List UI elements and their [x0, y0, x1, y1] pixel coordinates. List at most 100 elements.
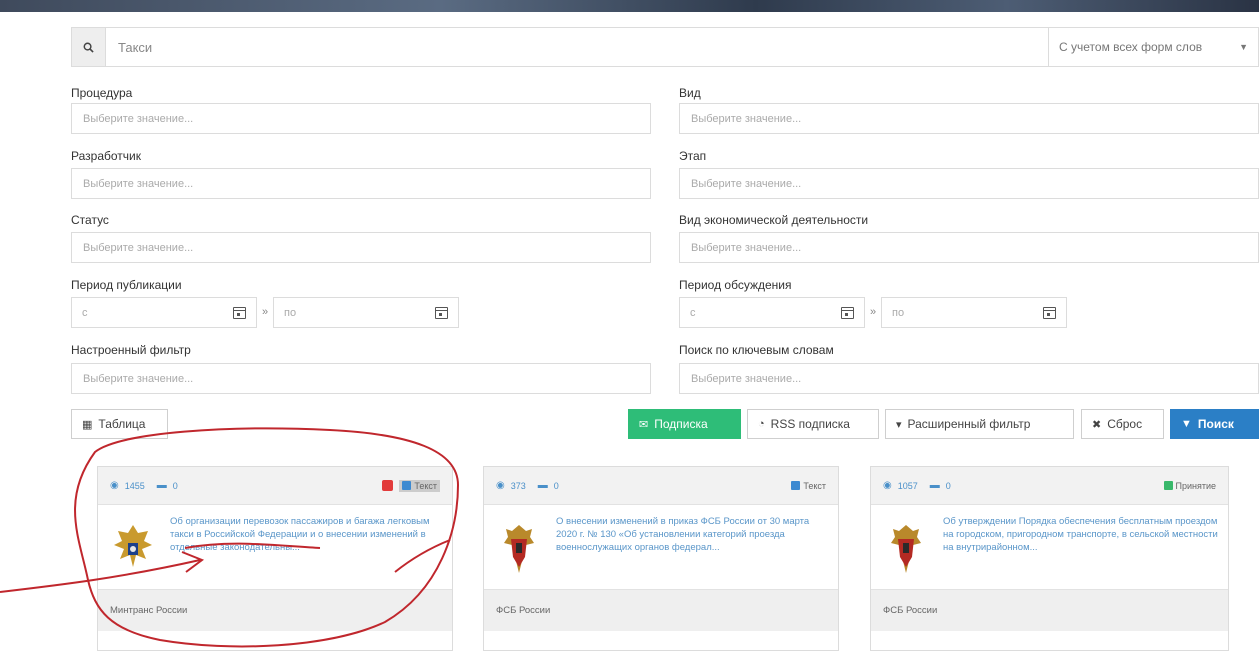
keyword-search-select[interactable]: Выберите значение... — [679, 363, 1259, 394]
card-title[interactable]: Об утверждении Порядка обеспечения беспл… — [943, 515, 1218, 589]
card-tag-label: Текст — [414, 480, 437, 491]
card-tags: Принятие — [1163, 480, 1217, 491]
card-agency: Минтранс России — [110, 605, 188, 616]
stage-placeholder: Выберите значение... — [691, 177, 802, 190]
card-footer: Минтранс России — [98, 589, 452, 631]
alert-icon — [382, 480, 394, 491]
document-card[interactable]: ◉ 373 ▬ 0 Текст О внесении изменений в п… — [483, 466, 839, 651]
card-header: ◉ 1455 ▬ 0 Текст — [98, 467, 452, 505]
table-view-label: Таблица — [98, 417, 146, 431]
card-tags: Текст — [382, 479, 440, 492]
chevron-down-icon: ▼ — [1239, 42, 1248, 52]
developer-placeholder: Выберите значение... — [83, 177, 194, 190]
economic-activity-placeholder: Выберите значение... — [691, 241, 802, 254]
procedure-placeholder: Выберите значение... — [83, 112, 194, 125]
card-agency: ФСБ России — [883, 605, 938, 616]
view-count: 1455 — [124, 480, 145, 491]
document-icon — [402, 481, 412, 490]
custom-filter-label: Настроенный фильтр — [71, 343, 191, 357]
search-button[interactable]: ▼ Поиск — [1170, 409, 1259, 439]
developer-select[interactable]: Выберите значение... — [71, 168, 651, 199]
type-select[interactable]: Выберите значение... — [679, 103, 1259, 134]
close-icon: ✖ — [1092, 418, 1102, 431]
publication-date-to-placeholder: по — [284, 306, 297, 319]
subscribe-button[interactable]: ✉ Подписка — [628, 409, 741, 439]
discussion-date-to-placeholder: по — [892, 306, 905, 319]
keyword-search-placeholder: Выберите значение... — [691, 372, 802, 385]
card-body: О внесении изменений в приказ ФСБ России… — [484, 505, 838, 589]
search-icon[interactable] — [71, 27, 105, 67]
filter-icon: ▼ — [1181, 418, 1192, 430]
eye-icon: ◉ — [496, 480, 505, 491]
calendar-icon[interactable] — [1043, 306, 1056, 319]
rss-subscribe-label: RSS подписка — [770, 417, 850, 431]
economic-activity-select[interactable]: Выберите значение... — [679, 232, 1259, 263]
advanced-filter-label: Расширенный фильтр — [907, 417, 1031, 431]
card-tag-label: Текст — [803, 480, 826, 491]
card-tag-label: Принятие — [1175, 480, 1217, 491]
discussion-date-to[interactable]: по — [881, 297, 1067, 328]
comment-icon: ▬ — [156, 480, 167, 491]
developer-label: Разработчик — [71, 149, 141, 163]
fsb-emblem-icon — [891, 525, 921, 573]
reset-label: Сброс — [1107, 417, 1143, 431]
procedure-label: Процедура — [71, 86, 133, 100]
card-body: Об организации перевозок пассажиров и ба… — [98, 505, 452, 589]
custom-filter-select[interactable]: Выберите значение... — [71, 363, 651, 394]
search-bar: С учетом всех форм слов ▼ — [71, 27, 1259, 67]
advanced-filter-button[interactable]: ▾ Расширенный фильтр — [885, 409, 1074, 439]
rss-icon: ◔ — [758, 418, 765, 430]
word-form-select[interactable]: С учетом всех форм слов ▼ — [1049, 27, 1259, 67]
card-stats: ◉ 373 ▬ 0 — [496, 480, 559, 491]
card-footer: ФСБ России — [871, 589, 1228, 631]
keyword-search-label: Поиск по ключевым словам — [679, 343, 834, 357]
document-card[interactable]: ◉ 1057 ▬ 0 Принятие Об утверждении Поряд… — [870, 466, 1229, 651]
card-header: ◉ 373 ▬ 0 Текст — [484, 467, 838, 505]
comment-count: 0 — [553, 480, 559, 491]
comment-icon: ▬ — [929, 480, 940, 491]
calendar-icon[interactable] — [435, 306, 448, 319]
top-banner-strip — [0, 0, 1259, 12]
procedure-select[interactable]: Выберите значение... — [71, 103, 651, 134]
card-agency: ФСБ России — [496, 605, 551, 616]
table-icon: ▦ — [82, 418, 93, 431]
type-label: Вид — [679, 86, 701, 100]
card-body: Об утверждении Порядка обеспечения беспл… — [871, 505, 1228, 589]
status-placeholder: Выберите значение... — [83, 241, 194, 254]
status-select[interactable]: Выберите значение... — [71, 232, 651, 263]
card-title[interactable]: Об организации перевозок пассажиров и ба… — [170, 515, 442, 589]
card-tag: Принятие — [1163, 480, 1217, 491]
card-tag: Текст — [791, 481, 826, 491]
check-icon — [1163, 481, 1173, 490]
discussion-range-separator: » — [870, 306, 877, 318]
discussion-date-from[interactable]: с — [679, 297, 865, 328]
word-form-value: С учетом всех форм слов — [1059, 40, 1203, 54]
card-stats: ◉ 1057 ▬ 0 — [883, 480, 951, 491]
publication-date-from[interactable]: с — [71, 297, 257, 328]
calendar-icon[interactable] — [233, 306, 246, 319]
subscribe-label: Подписка — [654, 417, 708, 431]
type-placeholder: Выберите значение... — [691, 112, 802, 125]
calendar-icon[interactable] — [841, 306, 854, 319]
stage-select[interactable]: Выберите значение... — [679, 168, 1259, 199]
reset-button[interactable]: ✖ Сброс — [1081, 409, 1164, 439]
rss-subscribe-button[interactable]: ◔ RSS подписка — [747, 409, 879, 439]
card-tags: Текст — [791, 481, 826, 491]
table-view-button[interactable]: ▦ Таблица — [71, 409, 168, 439]
card-title[interactable]: О внесении изменений в приказ ФСБ России… — [556, 515, 828, 589]
document-card[interactable]: ◉ 1455 ▬ 0 Текст Об организации перевозо… — [97, 466, 453, 651]
search-input[interactable] — [105, 27, 1049, 67]
search-button-label: Поиск — [1197, 417, 1234, 431]
fsb-emblem-icon — [504, 525, 534, 573]
eye-icon: ◉ — [883, 480, 892, 491]
comment-icon: ▬ — [537, 480, 548, 491]
card-tag: Текст — [399, 479, 440, 492]
publication-date-from-placeholder: с — [82, 306, 88, 319]
card-footer: ФСБ России — [484, 589, 838, 631]
publication-period-label: Период публикации — [71, 278, 182, 292]
publication-date-to[interactable]: по — [273, 297, 459, 328]
view-count: 1057 — [897, 480, 918, 491]
view-count: 373 — [510, 480, 526, 491]
status-label: Статус — [71, 213, 109, 227]
eye-icon: ◉ — [110, 480, 119, 491]
